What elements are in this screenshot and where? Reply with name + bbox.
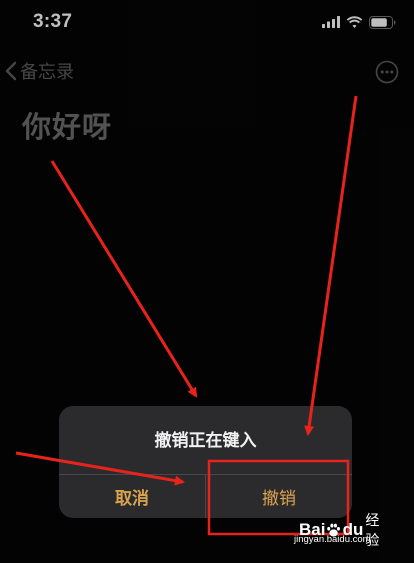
baidu-jingyan-watermark: Bai du 经验 jingyan.baidu.com	[294, 510, 389, 552]
alert-message: 撤销正在键入	[154, 431, 257, 451]
undo-typing-alert: 撤销正在键入 取消 撤销	[59, 406, 352, 518]
notes-screen: 3:37 备忘录 你好呀 撤销正在键入 取消 撤销 Bai du 经验 jing…	[0, 0, 414, 563]
cancel-button[interactable]: 取消	[59, 475, 205, 518]
watermark-url: jingyan.baidu.com	[294, 534, 371, 545]
